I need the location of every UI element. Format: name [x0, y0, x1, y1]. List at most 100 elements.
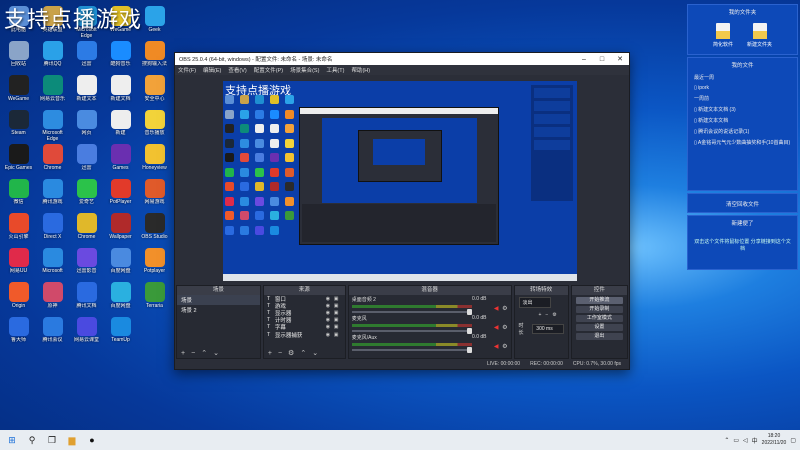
desktop-icon[interactable]: 原神: [36, 280, 69, 315]
control-button[interactable]: 设置: [575, 324, 623, 331]
add-icon[interactable]: +: [181, 350, 185, 357]
desktop-icon[interactable]: 新建文档: [104, 73, 137, 108]
down-icon[interactable]: ⌄: [213, 349, 219, 357]
remove-transition-icon[interactable]: −: [545, 312, 548, 318]
desktop-icon[interactable]: 网页: [70, 108, 103, 143]
network-icon[interactable]: ▭: [733, 437, 739, 444]
desktop-icon[interactable]: 新建文本: [70, 73, 103, 108]
desktop-icon[interactable]: Terraria: [138, 280, 171, 315]
add-transition-icon[interactable]: +: [539, 312, 542, 318]
minimize-button[interactable]: –: [575, 56, 593, 63]
desktop-icon[interactable]: 网易UU: [2, 246, 35, 281]
menu-item[interactable]: 查看(V): [228, 66, 246, 74]
remove-icon[interactable]: −: [191, 350, 195, 357]
desktop-icon[interactable]: 百度网盘: [104, 246, 137, 281]
desktop-icon[interactable]: 迅雷: [70, 39, 103, 74]
gear-icon[interactable]: ⚙: [502, 305, 507, 312]
desktop-icon[interactable]: PotPlayer: [104, 177, 137, 212]
desktop-icon[interactable]: TeamUp: [104, 315, 137, 350]
eye-icon[interactable]: ◉: [326, 332, 334, 338]
volume-slider[interactable]: [351, 328, 472, 334]
close-button[interactable]: ✕: [611, 55, 629, 63]
desktop-icon[interactable]: Direct X: [36, 211, 69, 246]
desktop-icon[interactable]: 迅雷影音: [70, 246, 103, 281]
desktop-icon[interactable]: Games: [104, 142, 137, 177]
eye-icon[interactable]: ◉: [326, 310, 334, 316]
desktop-icon[interactable]: 音乐播放: [138, 108, 171, 143]
source-item[interactable]: T 显示器捕获 ◉ ▣: [264, 331, 345, 339]
volume-icon[interactable]: ◁: [743, 437, 748, 444]
desktop-icon[interactable]: Microsoft: [36, 246, 69, 281]
desktop-icon[interactable]: Chrome: [70, 211, 103, 246]
file-item[interactable]: 腾讯会议的说话记录(1): [688, 126, 797, 137]
speaker-mute-icon[interactable]: ◀: [494, 324, 499, 331]
down-icon[interactable]: ⌄: [312, 349, 318, 357]
file-item[interactable]: 新建文本文档 (3): [688, 104, 797, 115]
gear-icon[interactable]: ⚙: [552, 312, 556, 318]
desktop-icon[interactable]: OBS Studio: [138, 211, 171, 246]
desktop-icon[interactable]: 酷狗音乐: [104, 39, 137, 74]
transition-select[interactable]: 淡出: [518, 297, 551, 308]
obs-preview[interactable]: 支持点播游戏: [223, 81, 577, 281]
eye-icon[interactable]: ◉: [326, 317, 334, 323]
control-button[interactable]: 开始推流: [575, 297, 623, 304]
desktop-icon[interactable]: 腾讯会议: [36, 315, 69, 350]
desktop-icon[interactable]: 网易云音乐: [36, 73, 69, 108]
desktop-icon[interactable]: 安全中心: [138, 73, 171, 108]
desktop-icon[interactable]: Chrome: [36, 142, 69, 177]
up-icon[interactable]: ⌃: [201, 349, 207, 357]
desktop-icon[interactable]: 百度网盘: [104, 280, 137, 315]
desktop-icon[interactable]: Wallpaper: [104, 211, 137, 246]
file-item[interactable]: 新建文本文档: [688, 115, 797, 126]
obs-taskbar-icon[interactable]: ●: [84, 435, 100, 445]
desktop-icon[interactable]: 搜狗输入法: [138, 39, 171, 74]
file-item[interactable]: A金铭哥元气元少数曲抽奖和手(10首曲目): [688, 137, 797, 148]
menu-item[interactable]: 文件(F): [178, 66, 196, 74]
eye-icon[interactable]: ◉: [326, 324, 334, 330]
desktop-icon[interactable]: Potplayer: [138, 246, 171, 281]
scene-item[interactable]: 场景: [177, 295, 260, 305]
lock-icon[interactable]: ▣: [334, 317, 342, 323]
lock-icon[interactable]: ▣: [334, 296, 342, 302]
remove-icon[interactable]: −: [278, 350, 282, 357]
speaker-mute-icon[interactable]: ◀: [494, 343, 499, 350]
menu-item[interactable]: 工具(T): [326, 66, 344, 74]
desktop-icon[interactable]: Geek: [138, 4, 171, 39]
lock-icon[interactable]: ▣: [334, 303, 342, 309]
volume-slider[interactable]: [351, 347, 472, 353]
desktop-icon[interactable]: 网易游戏: [138, 177, 171, 212]
desktop-icon[interactable]: Steam: [2, 108, 35, 143]
windows-start-icon[interactable]: ⊞: [4, 435, 20, 446]
gear-icon[interactable]: ⚙: [288, 349, 294, 357]
gear-icon[interactable]: ⚙: [502, 324, 507, 331]
folder-item[interactable]: 新建文件夹: [747, 23, 772, 48]
desktop-icon[interactable]: 腾讯文档: [70, 280, 103, 315]
desktop-icon[interactable]: 回收站: [2, 39, 35, 74]
desktop-icon[interactable]: Epic Games: [2, 142, 35, 177]
maximize-button[interactable]: □: [593, 56, 611, 63]
control-button[interactable]: 退出: [575, 333, 623, 340]
desktop-icon[interactable]: WeGame: [2, 73, 35, 108]
duration-input[interactable]: 300 ms: [532, 324, 564, 334]
file-explorer-icon[interactable]: ▆: [64, 435, 80, 446]
up-icon[interactable]: ⌃: [300, 349, 306, 357]
volume-slider[interactable]: [351, 309, 472, 315]
control-button[interactable]: 开始录制: [575, 306, 623, 313]
control-button[interactable]: 工作室模式: [575, 315, 623, 322]
desktop-icon[interactable]: 微信: [2, 177, 35, 212]
menu-item[interactable]: 场景集合(S): [290, 66, 319, 74]
lock-icon[interactable]: ▣: [334, 332, 342, 338]
desktop-icon[interactable]: 火山引擎: [2, 211, 35, 246]
menu-item[interactable]: 配置文件(P): [254, 66, 283, 74]
desktop-icon[interactable]: 腾讯游戏: [36, 177, 69, 212]
menu-item[interactable]: 帮助(H): [351, 66, 370, 74]
desktop-icon[interactable]: Honeyview: [138, 142, 171, 177]
task-view-icon[interactable]: ❐: [44, 435, 60, 446]
desktop-icon[interactable]: 新建: [104, 108, 137, 143]
menu-item[interactable]: 编辑(E): [203, 66, 221, 74]
speaker-mute-icon[interactable]: ◀: [494, 305, 499, 312]
desktop-icon[interactable]: 网易云课堂: [70, 315, 103, 350]
desktop-icon[interactable]: 鲁大师: [2, 315, 35, 350]
desktop-icon[interactable]: 腾讯QQ: [36, 39, 69, 74]
add-icon[interactable]: +: [268, 350, 272, 357]
